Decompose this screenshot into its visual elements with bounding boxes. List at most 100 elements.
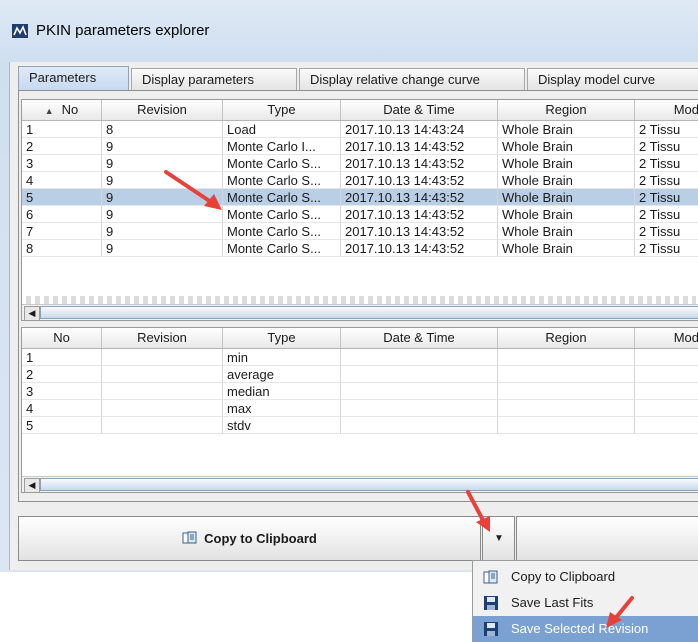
column-header-model[interactable]: Mod	[635, 328, 698, 348]
tab-display-parameters[interactable]: Display parameters	[131, 68, 297, 90]
cell-revision: 9	[102, 206, 223, 223]
table-row[interactable]: 1 min	[22, 349, 698, 366]
floppy-disk-icon	[484, 622, 498, 636]
cell-revision	[102, 349, 223, 366]
column-header-revision[interactable]: Revision	[102, 328, 223, 348]
table-row[interactable]: 3 median	[22, 383, 698, 400]
save-options-dropdown-button[interactable]: ▼	[482, 516, 515, 561]
cell-type: Load	[223, 121, 341, 138]
tab-display-relative-change-curve[interactable]: Display relative change curve	[299, 68, 525, 90]
cell-region: Whole Brain	[498, 138, 635, 155]
cell-no: 1	[22, 121, 102, 138]
column-header-type[interactable]: Type	[223, 100, 341, 120]
cell-date-time	[341, 366, 498, 383]
title-bar: PKIN parameters explorer	[0, 0, 698, 62]
secondary-button[interactable]	[516, 516, 698, 561]
cell-revision: 9	[102, 172, 223, 189]
table-row[interactable]: 8 9 Monte Carlo S... 2017.10.13 14:43:52 Who…	[22, 240, 698, 257]
cell-model: 2 Tissu	[635, 121, 698, 138]
cell-region: Whole Brain	[498, 189, 635, 206]
window-content: Parameters Display parameters Display re…	[9, 62, 698, 570]
cell-model: 2 Tissu	[635, 223, 698, 240]
cell-revision	[102, 366, 223, 383]
tab-parameters[interactable]: Parameters	[18, 66, 129, 91]
table-row[interactable]: 5 stdv	[22, 417, 698, 434]
table-row[interactable]: 4 9 Monte Carlo S... 2017.10.13 14:43:52 Who…	[22, 172, 698, 189]
cell-date-time: 2017.10.13 14:43:52	[341, 189, 498, 206]
cell-model: 2 Tissu	[635, 240, 698, 257]
cell-date-time	[341, 349, 498, 366]
column-header-region[interactable]: Region	[498, 328, 635, 348]
cell-region: Whole Brain	[498, 240, 635, 257]
cell-region: Whole Brain	[498, 155, 635, 172]
cell-model	[635, 417, 698, 434]
column-header-date-time[interactable]: Date & Time	[341, 328, 498, 348]
cell-region	[498, 400, 635, 417]
scroll-left-icon[interactable]: ◀	[24, 306, 40, 320]
cell-date-time	[341, 400, 498, 417]
cell-revision: 9	[102, 240, 223, 257]
copy-to-clipboard-button[interactable]: Copy to Clipboard	[18, 516, 481, 561]
tab-display-model-curve[interactable]: Display model curve	[527, 68, 698, 90]
save-options-menu: Copy to Clipboard Save Last Fits Save Se…	[472, 560, 698, 642]
menu-item-save-last-fits[interactable]: Save Last Fits	[473, 590, 698, 616]
column-header-type[interactable]: Type	[223, 328, 341, 348]
cell-region	[498, 349, 635, 366]
cell-revision	[102, 383, 223, 400]
statistics-table[interactable]: No Revision Type Date & Time Region Mod …	[21, 327, 698, 493]
table-row-partial	[22, 296, 698, 304]
cell-type: Monte Carlo S...	[223, 155, 341, 172]
cell-type: Monte Carlo S...	[223, 223, 341, 240]
table-row[interactable]: 1 8 Load 2017.10.13 14:43:24 Whole Brain 2 Ti…	[22, 121, 698, 138]
cell-model: 2 Tissu	[635, 155, 698, 172]
sort-ascending-icon: ▲	[44, 106, 54, 116]
column-header-date-time[interactable]: Date & Time	[341, 100, 498, 120]
cell-type: median	[223, 383, 341, 400]
table-row[interactable]: 7 9 Monte Carlo S... 2017.10.13 14:43:52 Who…	[22, 223, 698, 240]
scrollbar-thumb[interactable]	[40, 306, 698, 319]
cell-model: 2 Tissu	[635, 189, 698, 206]
scrollbar-thumb[interactable]	[40, 478, 698, 491]
cell-type: Monte Carlo S...	[223, 240, 341, 257]
horizontal-scrollbar[interactable]: ◀	[22, 304, 698, 320]
cell-date-time: 2017.10.13 14:43:52	[341, 206, 498, 223]
scroll-left-icon[interactable]: ◀	[24, 478, 40, 492]
table-row[interactable]: 6 9 Monte Carlo S... 2017.10.13 14:43:52 Who…	[22, 206, 698, 223]
column-header-model[interactable]: Mod	[635, 100, 698, 120]
table-row[interactable]: 2 average	[22, 366, 698, 383]
revisions-table[interactable]: ▲ No Revision Type Date & Time Region Mod…	[21, 99, 698, 321]
cell-date-time	[341, 417, 498, 434]
cell-no: 4	[22, 400, 102, 417]
cell-region: Whole Brain	[498, 206, 635, 223]
cell-revision	[102, 417, 223, 434]
cell-region: Whole Brain	[498, 121, 635, 138]
cell-type: average	[223, 366, 341, 383]
table-row[interactable]: 4 max	[22, 400, 698, 417]
menu-item-copy-to-clipboard[interactable]: Copy to Clipboard	[473, 564, 698, 590]
cell-no: 7	[22, 223, 102, 240]
clipboard-icon	[483, 570, 498, 584]
cell-region	[498, 417, 635, 434]
cell-no: 8	[22, 240, 102, 257]
column-header-revision[interactable]: Revision	[102, 100, 223, 120]
menu-item-save-selected-revision[interactable]: Save Selected Revision	[473, 616, 698, 642]
cell-no: 6	[22, 206, 102, 223]
cell-type: max	[223, 400, 341, 417]
column-header-no[interactable]: ▲ No	[22, 100, 102, 120]
horizontal-scrollbar[interactable]: ◀	[22, 476, 698, 492]
window-title: PKIN parameters explorer	[36, 22, 210, 39]
table-header: ▲ No Revision Type Date & Time Region Mod	[22, 100, 698, 121]
column-header-no[interactable]: No	[22, 328, 102, 348]
cell-revision: 9	[102, 189, 223, 206]
table-row[interactable]: 2 9 Monte Carlo I... 2017.10.13 14:43:52 Who…	[22, 138, 698, 155]
parameters-panel: ▲ No Revision Type Date & Time Region Mod…	[18, 90, 698, 502]
table-header: No Revision Type Date & Time Region Mod	[22, 328, 698, 349]
cell-no: 3	[22, 155, 102, 172]
cell-model	[635, 383, 698, 400]
table-row-selected[interactable]: 5 9 Monte Carlo S... 2017.10.13 14:43:52 Who…	[22, 189, 698, 206]
cell-type: Monte Carlo I...	[223, 138, 341, 155]
cell-no: 1	[22, 349, 102, 366]
floppy-disk-icon	[484, 596, 498, 610]
table-row[interactable]: 3 9 Monte Carlo S... 2017.10.13 14:43:52 Who…	[22, 155, 698, 172]
column-header-region[interactable]: Region	[498, 100, 635, 120]
